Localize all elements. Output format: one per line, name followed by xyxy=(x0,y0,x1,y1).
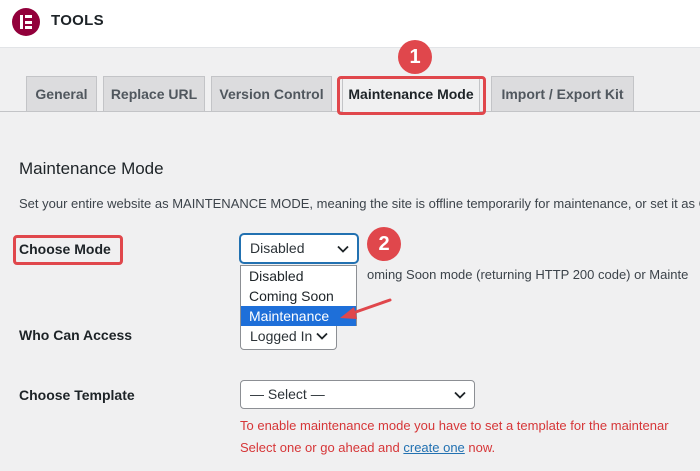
choose-mode-description: oming Soon mode (returning HTTP 200 code… xyxy=(367,267,689,282)
tab-general[interactable]: General xyxy=(26,76,97,111)
template-warning-line2: Select one or go ahead and create one no… xyxy=(240,440,495,455)
tab-version-control[interactable]: Version Control xyxy=(211,76,332,111)
who-can-access-value: Logged In xyxy=(250,328,313,344)
choose-mode-label: Choose Mode xyxy=(19,241,111,257)
step-badge-1: 1 xyxy=(398,40,432,74)
highlight-box-tab xyxy=(337,76,486,115)
top-bar: TOOLS xyxy=(0,0,700,48)
section-title: Maintenance Mode xyxy=(19,159,164,178)
elementor-logo-icon xyxy=(12,8,40,36)
choose-template-select[interactable]: — Select — xyxy=(240,380,475,409)
who-can-access-select[interactable]: Logged In xyxy=(240,322,337,350)
option-disabled[interactable]: Disabled xyxy=(241,266,356,286)
annotation-arrow-icon xyxy=(340,298,392,319)
template-warning-line1: To enable maintenance mode you have to s… xyxy=(240,418,669,433)
chevron-down-icon xyxy=(454,391,466,399)
tab-replace-url[interactable]: Replace URL xyxy=(103,76,205,111)
create-one-link[interactable]: create one xyxy=(403,440,464,455)
tab-import-export-kit[interactable]: Import / Export Kit xyxy=(491,76,634,111)
step-badge-2: 2 xyxy=(367,227,401,261)
template-warning-suffix: now. xyxy=(464,440,496,455)
who-can-access-label: Who Can Access xyxy=(19,327,133,343)
choose-mode-value: Disabled xyxy=(250,240,305,256)
choose-mode-select[interactable]: Disabled xyxy=(240,234,358,263)
section-description: Set your entire website as MAINTENANCE M… xyxy=(19,196,700,211)
choose-template-label: Choose Template xyxy=(19,387,135,403)
template-warning-text: Select one or go ahead and xyxy=(240,440,404,455)
chevron-down-icon xyxy=(337,245,349,253)
page-title: TOOLS xyxy=(51,12,104,29)
chevron-down-icon xyxy=(316,332,328,340)
choose-template-value: — Select — xyxy=(250,386,325,402)
